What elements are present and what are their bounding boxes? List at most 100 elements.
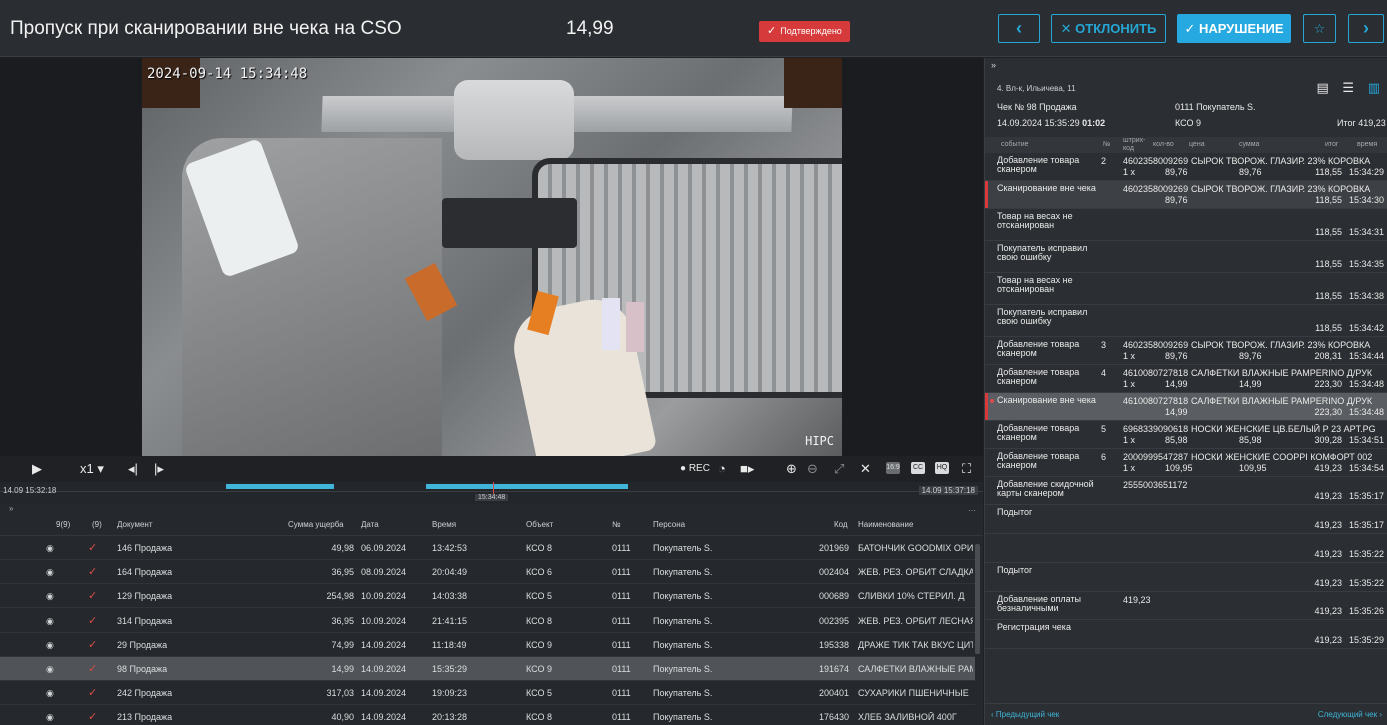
eye-icon[interactable]: ◉: [46, 616, 54, 627]
check-icon[interactable]: ✓: [88, 541, 97, 554]
check-icon[interactable]: ✓: [88, 565, 97, 578]
status-label: Подтверждено: [780, 26, 842, 36]
next-incident-button[interactable]: ›: [1348, 14, 1384, 43]
document-icon[interactable]: ▤: [1317, 80, 1329, 95]
speed-select[interactable]: x1 ▾: [80, 461, 104, 477]
aspect-ratio-button[interactable]: 16:9: [886, 462, 900, 474]
check-icon[interactable]: ✓: [88, 638, 97, 651]
status-badge[interactable]: ✓ Подтверждено: [759, 21, 850, 42]
receipt-row[interactable]: Товар на весах не отсканирован 118,55 15:3…: [985, 273, 1387, 305]
receipt-row[interactable]: Добавление оплаты безналичными 419,23 419,…: [985, 592, 1387, 620]
cell-date: 14.09.2024: [361, 688, 407, 699]
col-object[interactable]: Объект: [526, 520, 553, 529]
camera-icon[interactable]: ■▸: [740, 461, 754, 477]
violation-button[interactable]: ✓ НАРУШЕНИЕ: [1177, 14, 1291, 43]
receipt-barcode: 4602358009269: [1123, 340, 1189, 350]
col-count-eye[interactable]: 9(9): [56, 520, 70, 529]
table-row[interactable]: ◉ ✓ 146 Продажа 49,98 06.09.2024 13:42:53 КСО …: [0, 536, 975, 560]
receipt-row[interactable]: Добавление товара сканером 2 4602358009269…: [985, 153, 1387, 181]
eye-icon[interactable]: ◉: [46, 567, 54, 578]
col-document[interactable]: Документ: [117, 520, 153, 529]
receipt-row[interactable]: Добавление товара сканером 3 4602358009269…: [985, 337, 1387, 365]
cell-person: Покупатель S.: [653, 688, 713, 699]
receipt-row[interactable]: Товар на весах не отсканирован 118,55 15:3…: [985, 209, 1387, 241]
reject-button[interactable]: ✕ ОТКЛОНИТЬ: [1051, 14, 1166, 43]
col-code[interactable]: Код: [834, 520, 848, 529]
receipt-row[interactable]: Регистрация чека 419,23 15:35:29: [985, 620, 1387, 649]
timeline[interactable]: 14.09 15:32:18 15:34:48 14.09 15:37:18: [0, 482, 983, 504]
table-row[interactable]: ◉ ✓ 213 Продажа 40,90 14.09.2024 20:13:28 КСО …: [0, 705, 975, 725]
hq-button[interactable]: HQ: [935, 462, 949, 474]
table-row[interactable]: ◉ ✓ 164 Продажа 36,95 08.09.2024 20:04:49 КСО …: [0, 560, 975, 585]
check-icon[interactable]: ✓: [88, 710, 97, 723]
receipt-row[interactable]: Добавление товара сканером 5 6968339090618…: [985, 421, 1387, 449]
video-player[interactable]: 2024-09-14 15:34:48 HIPC: [0, 58, 983, 456]
receipt-event: Подытог: [997, 565, 1033, 575]
receipt-row[interactable]: Покупатель исправил свою ошибку 118,55 15:…: [985, 305, 1387, 337]
check-icon[interactable]: ✓: [88, 662, 97, 675]
col-name[interactable]: Наименование: [858, 520, 913, 529]
eye-icon[interactable]: ◉: [46, 688, 54, 699]
col-damage[interactable]: Сумма ущерба: [288, 520, 344, 529]
col-count-check[interactable]: (9): [92, 520, 102, 529]
receipt-row[interactable]: Сканирование вне чека 4610080727818 САЛФЕТ…: [985, 393, 1387, 421]
receipt-row[interactable]: Покупатель исправил свою ошибку 118,55 15:…: [985, 241, 1387, 273]
receipt-row[interactable]: Добавление скидочной карты сканером 25550…: [985, 477, 1387, 505]
prev-receipt-link[interactable]: ‹ Предыдущий чек: [991, 710, 1059, 719]
table-scrollbar[interactable]: [975, 544, 980, 654]
table-row[interactable]: ◉ ✓ 242 Продажа 317,03 14.09.2024 19:09:23 КСО…: [0, 681, 975, 706]
collapse-icon[interactable]: »: [9, 504, 13, 513]
table-row[interactable]: ◉ ✓ 314 Продажа 36,95 10.09.2024 21:41:15 КСО …: [0, 609, 975, 633]
favorite-button[interactable]: ☆: [1303, 14, 1336, 43]
table-row[interactable]: ◉ ✓ 129 Продажа 254,98 10.09.2024 14:03:38 КСО…: [0, 584, 975, 609]
check-icon[interactable]: ✓: [88, 614, 97, 627]
table-row[interactable]: ◉ ✓ 29 Продажа 74,99 14.09.2024 11:18:49 КСО 9…: [0, 633, 975, 657]
prev-incident-button[interactable]: ‹: [998, 14, 1040, 43]
zoom-out-icon[interactable]: ⊖: [807, 461, 818, 477]
fullscreen-icon[interactable]: ⛶: [962, 461, 971, 477]
next-receipt-link[interactable]: Следующий чек ›: [1318, 710, 1382, 719]
check-icon[interactable]: ✓: [88, 589, 97, 602]
eye-icon[interactable]: ◉: [46, 712, 54, 723]
eye-icon[interactable]: ◉: [46, 543, 54, 554]
clock-icon[interactable]: ◔: [718, 461, 726, 476]
receipt-row[interactable]: Подытог 419,23 15:35:22: [985, 563, 1387, 592]
frame-forward-icon[interactable]: |▸: [154, 461, 164, 477]
subtitles-button[interactable]: CC: [911, 462, 925, 474]
list-icon[interactable]: ☰: [1342, 80, 1354, 95]
check-icon[interactable]: ✓: [88, 686, 97, 699]
eye-icon[interactable]: ◉: [46, 591, 54, 602]
col-person[interactable]: Персона: [653, 520, 685, 529]
barcode-icon[interactable]: ▥: [1368, 80, 1380, 95]
timeline-event-segment[interactable]: [226, 484, 334, 489]
violation-marker: [985, 181, 988, 208]
camera-watermark: HIPC: [805, 434, 834, 448]
receipt-event: Добавление товара сканером: [997, 155, 1080, 174]
col-time[interactable]: Время: [432, 520, 456, 529]
receipt-barcode: 6968339090618: [1123, 424, 1189, 434]
col-number[interactable]: №: [612, 520, 621, 529]
play-icon[interactable]: ▶: [32, 461, 42, 477]
more-icon[interactable]: …: [968, 504, 976, 513]
eye-icon[interactable]: ◉: [46, 664, 54, 675]
receipt-row[interactable]: 419,23 15:35:22: [985, 534, 1387, 563]
zoom-in-icon[interactable]: ⊕: [786, 461, 797, 477]
timeline-event-segment[interactable]: [426, 484, 628, 489]
rec-indicator[interactable]: ● REC: [680, 463, 710, 474]
receipt-row[interactable]: Подытог 419,23 15:35:17: [985, 505, 1387, 534]
receipt-barcode: 2000999547287: [1123, 452, 1189, 462]
eye-icon[interactable]: ◉: [46, 640, 54, 651]
camera-frame[interactable]: 2024-09-14 15:34:48 HIPC: [142, 58, 842, 456]
receipt-row[interactable]: Добавление товара сканером 6 2000999547287…: [985, 449, 1387, 477]
expand-icon[interactable]: »: [991, 60, 996, 70]
cell-name: ДРАЖЕ ТИК ТАК ВКУС ЦИТ: [858, 639, 973, 650]
mute-icon[interactable]: ✕: [860, 461, 871, 477]
frame-back-icon[interactable]: ◂|: [128, 461, 138, 477]
receipt-time: 15:35:22: [1348, 578, 1384, 588]
fit-icon[interactable]: ⤢: [834, 461, 844, 477]
receipt-barcode: 4610080727818: [1123, 396, 1189, 406]
receipt-row[interactable]: Сканирование вне чека 4602358009269 СЫРОК …: [985, 181, 1387, 209]
table-row[interactable]: ◉ ✓ 98 Продажа 14,99 14.09.2024 15:35:29 КСО 9…: [0, 657, 975, 681]
col-date[interactable]: Дата: [361, 520, 379, 529]
receipt-row[interactable]: Добавление товара сканером 4 4610080727818…: [985, 365, 1387, 393]
